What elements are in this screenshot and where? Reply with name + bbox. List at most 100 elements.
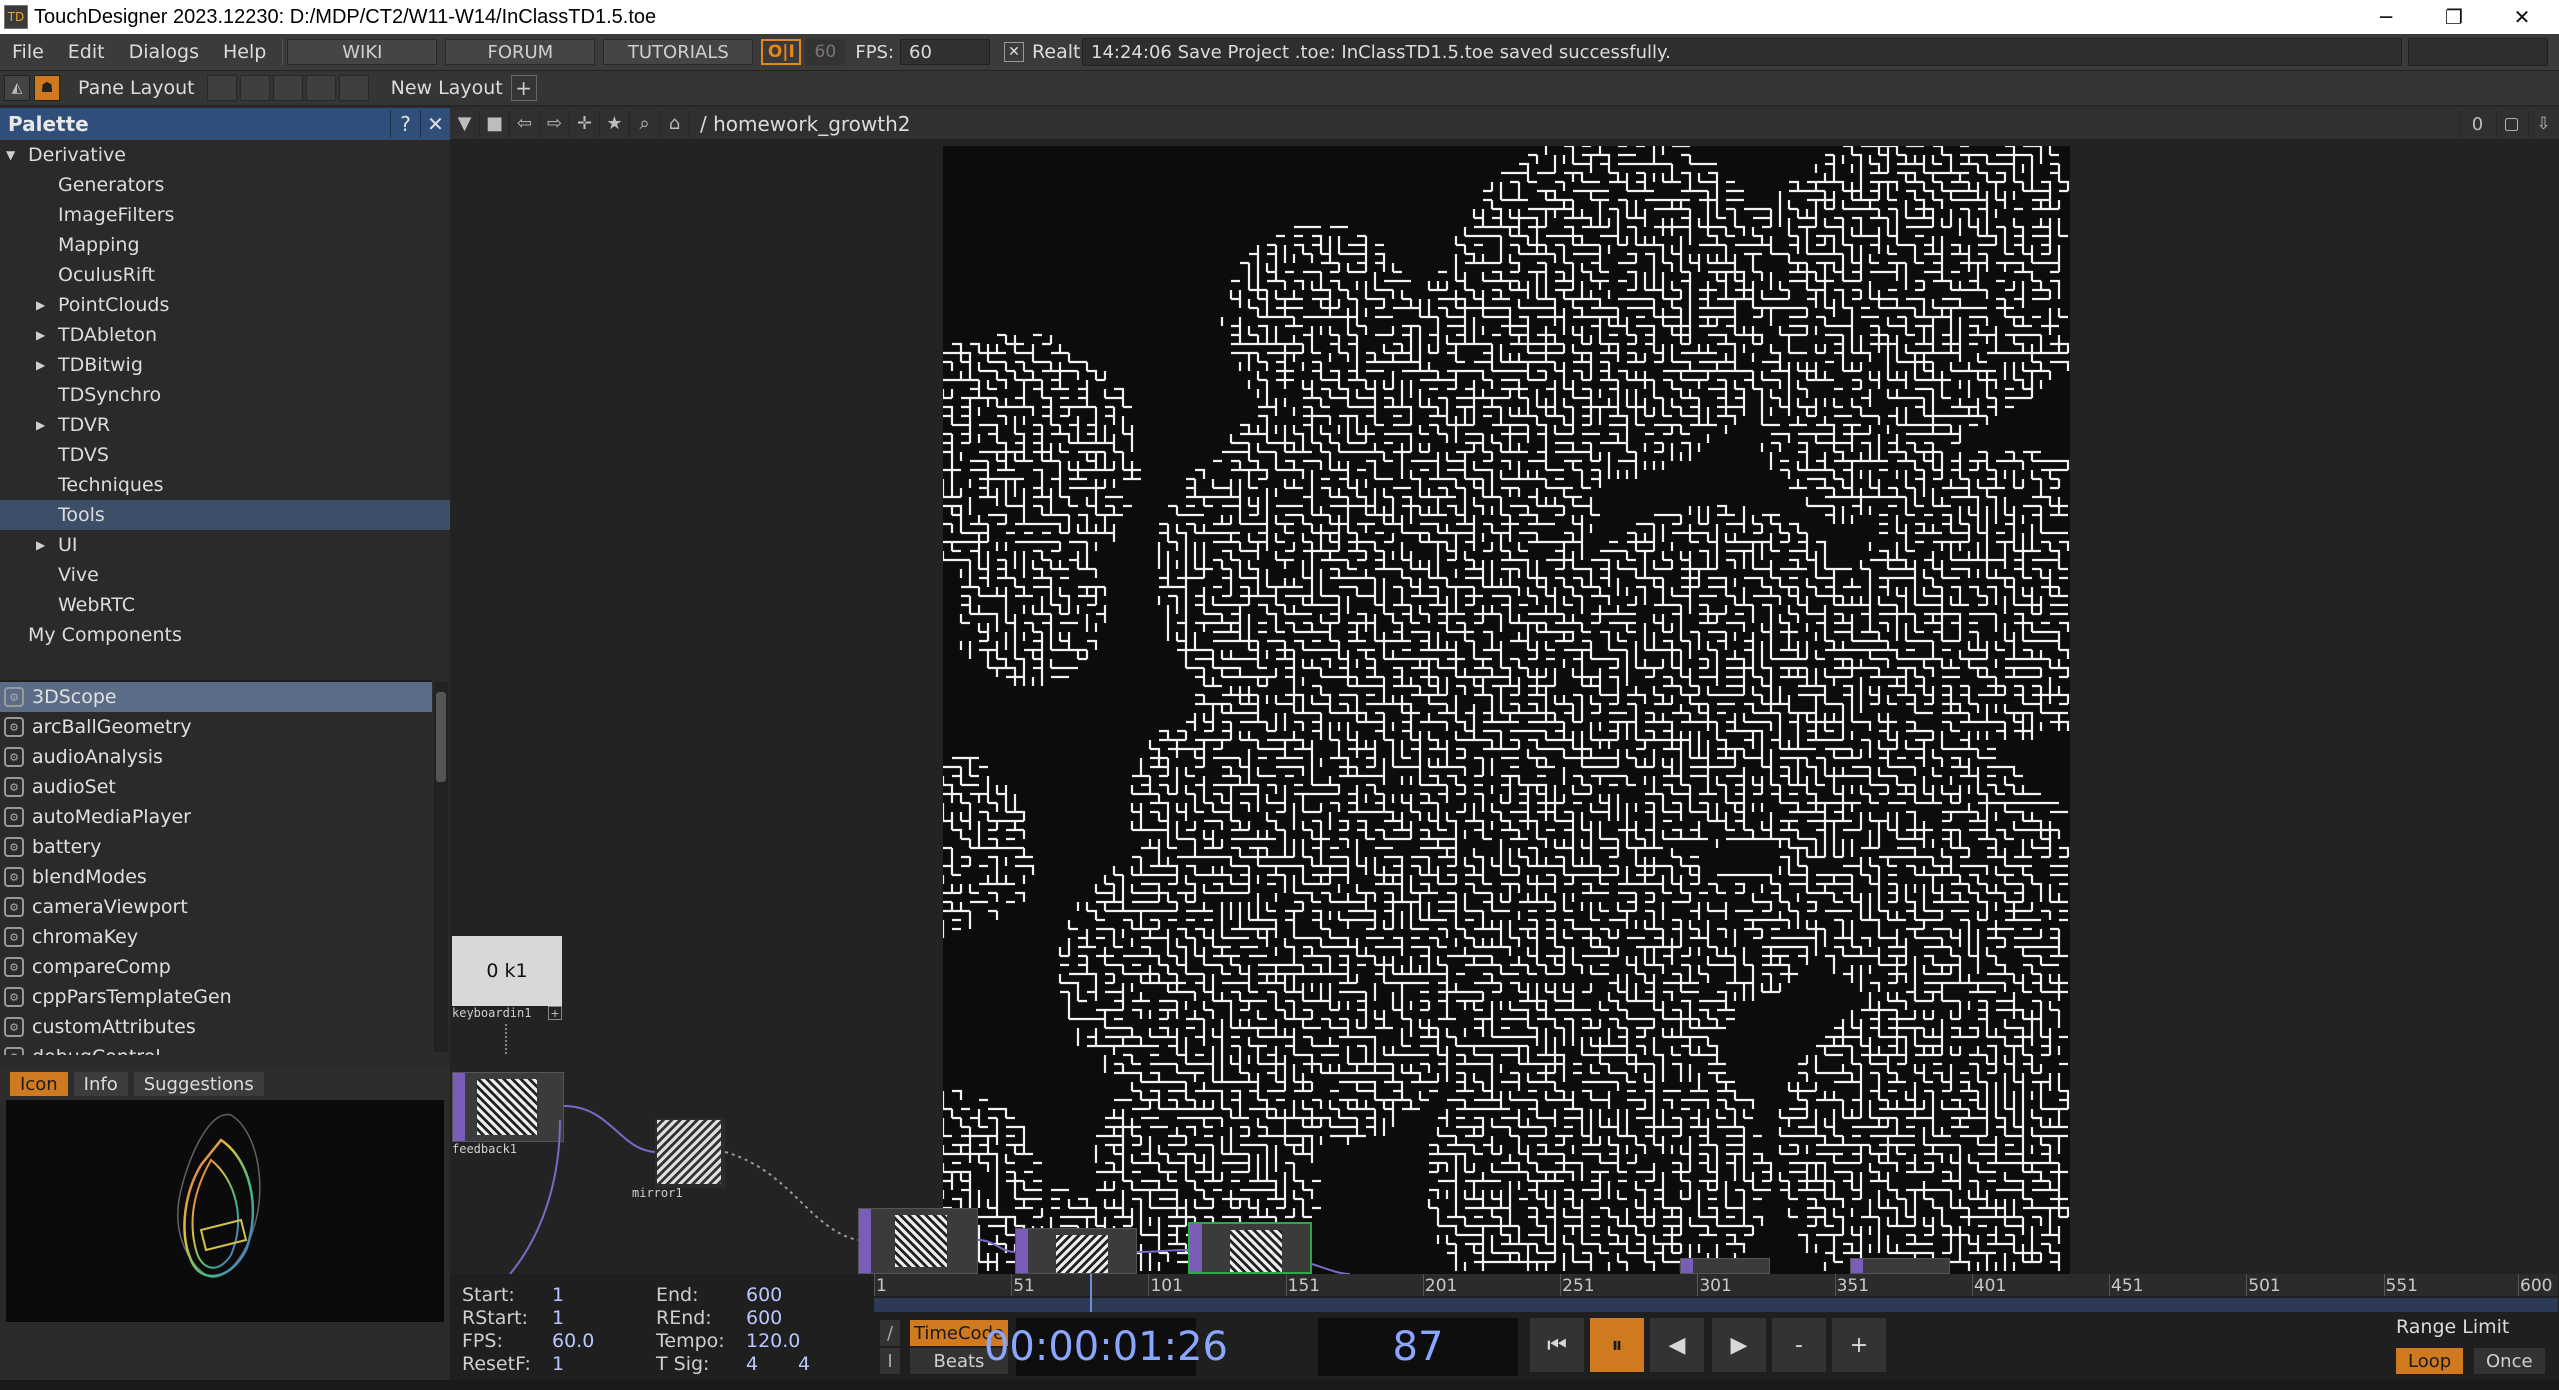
palette-tree-item[interactable]: ImageFilters <box>0 200 450 230</box>
timeline-range-bar[interactable] <box>874 1298 2558 1312</box>
decrease-button[interactable]: - <box>1772 1318 1826 1372</box>
palette-tree-item[interactable]: ▶ PointClouds <box>0 290 450 320</box>
out-node-1[interactable] <box>1680 1258 1770 1274</box>
expand-right-icon[interactable]: ▶ <box>36 358 50 372</box>
pane-network-icon[interactable]: ☗ <box>34 75 60 101</box>
menu-help[interactable]: Help <box>211 41 278 63</box>
layout-single-button[interactable] <box>206 75 237 101</box>
menu-dialogs[interactable]: Dialogs <box>117 41 211 63</box>
component-list-item[interactable]: ⚙ battery <box>0 832 432 862</box>
playhead[interactable] <box>1090 1274 1092 1312</box>
wiki-button[interactable]: WIKI <box>287 39 438 65</box>
component-list-item[interactable]: ⚙ cppParsTemplateGen <box>0 982 432 1012</box>
palette-tree-item[interactable]: ▶ TDAbleton <box>0 320 450 350</box>
loop-button[interactable]: Loop <box>2396 1348 2464 1374</box>
palette-tree-item[interactable]: TDVS <box>0 440 450 470</box>
palette-tree-item[interactable]: Vive <box>0 560 450 590</box>
timeline-slash-icon[interactable]: / <box>880 1320 900 1346</box>
once-button[interactable]: Once <box>2474 1348 2545 1374</box>
network-path[interactable]: / homework_growth2 <box>700 112 911 136</box>
close-window-button[interactable]: ✕ <box>2488 0 2556 34</box>
fps-field[interactable]: 60 <box>900 39 991 65</box>
tab-icon[interactable]: Icon <box>10 1072 68 1096</box>
palette-tree-item[interactable]: My Components <box>0 620 450 650</box>
menu-file[interactable]: File <box>0 41 56 63</box>
home-icon[interactable]: ⌂ <box>660 109 690 138</box>
tsig-value-b[interactable]: 4 <box>798 1353 810 1375</box>
add-layout-button[interactable]: + <box>510 75 537 101</box>
out-node-2[interactable] <box>1850 1258 1950 1274</box>
scrollbar-thumb[interactable] <box>436 692 446 782</box>
component-list-item[interactable]: ⚙ audioSet <box>0 772 432 802</box>
palette-help-button[interactable]: ? <box>390 110 420 138</box>
menu-edit[interactable]: Edit <box>56 41 117 63</box>
realtime-checkbox[interactable]: ✕ <box>1004 42 1025 62</box>
rewind-button[interactable]: ⏮ <box>1530 1318 1584 1372</box>
forum-button[interactable]: FORUM <box>445 39 596 65</box>
new-layout-label[interactable]: New Layout <box>391 77 503 99</box>
component-list-scrollbar[interactable] <box>434 682 448 1052</box>
tempo-value[interactable]: 120.0 <box>746 1330 800 1352</box>
restore-button[interactable]: ❐ <box>2420 0 2488 34</box>
palette-close-button[interactable]: ✕ <box>420 110 450 138</box>
minimize-button[interactable]: ─ <box>2352 0 2420 34</box>
component-list-item[interactable]: ⚙ autoMediaPlayer <box>0 802 432 832</box>
palette-tree-item[interactable]: ▶ UI <box>0 530 450 560</box>
expand-right-icon[interactable]: ▶ <box>36 298 50 312</box>
search-icon[interactable]: ⌕ <box>630 109 660 138</box>
expand-right-icon[interactable]: ▶ <box>36 538 50 552</box>
expand-down-icon[interactable]: ▼ <box>6 148 20 162</box>
palette-tree-item[interactable]: Mapping <box>0 230 450 260</box>
expand-right-icon[interactable]: ▶ <box>36 328 50 342</box>
palette-tree-item[interactable]: ▶ TDBitwig <box>0 350 450 380</box>
timeline-i-icon[interactable]: I <box>880 1348 900 1374</box>
palette-tree-item[interactable]: TDSynchro <box>0 380 450 410</box>
fps-timeline-value[interactable]: 60.0 <box>552 1330 594 1352</box>
timecode-display[interactable]: 00:00:01:26 <box>984 1318 1228 1376</box>
palette-tree-item[interactable]: Techniques <box>0 470 450 500</box>
component-list-item[interactable]: ⚙ 3DScope <box>0 682 432 712</box>
end-value[interactable]: 600 <box>746 1284 782 1306</box>
resetf-value[interactable]: 1 <box>552 1353 564 1375</box>
component-list-item[interactable]: ⚙ blendModes <box>0 862 432 892</box>
component-list-item[interactable]: ⚙ cameraViewport <box>0 892 432 922</box>
component-list-item[interactable]: ⚙ chromaKey <box>0 922 432 952</box>
pause-button[interactable]: ⏸ <box>1590 1318 1644 1372</box>
power-toggle-button[interactable]: O|I <box>761 39 802 65</box>
pane-image-icon[interactable]: ◭ <box>4 75 30 101</box>
stop-icon[interactable]: ■ <box>480 109 510 138</box>
layout-three-button[interactable] <box>305 75 336 101</box>
add-operator-icon[interactable]: ✛ <box>570 109 600 138</box>
component-list-item[interactable]: ⚙ compareComp <box>0 952 432 982</box>
start-value[interactable]: 1 <box>552 1284 564 1306</box>
palette-tree-item[interactable]: Generators <box>0 170 450 200</box>
component-list-item[interactable]: ⚙ debugControl <box>0 1042 432 1055</box>
component-list-item[interactable]: ⚙ audioAnalysis <box>0 742 432 772</box>
network-editor[interactable]: 0 k1 keyboardin1 + feedback1 mirror1 <box>450 140 2559 1274</box>
forward-icon[interactable]: ⇨ <box>540 109 570 138</box>
tab-info[interactable]: Info <box>73 1072 128 1096</box>
step-back-button[interactable]: ◀ <box>1650 1318 1704 1372</box>
back-icon[interactable]: ⇦ <box>510 109 540 138</box>
layout-split-horizontal-button[interactable] <box>272 75 303 101</box>
rstart-value[interactable]: 1 <box>552 1307 564 1329</box>
component-list-item[interactable]: ⚙ customAttributes <box>0 1012 432 1042</box>
tsig-value-a[interactable]: 4 <box>746 1353 758 1375</box>
pane-options-icon[interactable]: ⇩ <box>2528 110 2558 138</box>
step-forward-button[interactable]: ▶ <box>1712 1318 1766 1372</box>
timeline-ruler[interactable]: 1 51 101 151 201 251 301 351 401 451 501 551 600 <box>874 1274 2558 1296</box>
palette-tree-item[interactable]: Tools <box>0 500 450 530</box>
component-list-item[interactable]: ⚙ arcBallGeometry <box>0 712 432 742</box>
expand-right-icon[interactable]: ▶ <box>36 418 50 432</box>
increase-button[interactable]: + <box>1832 1318 1886 1372</box>
bookmark-star-icon[interactable]: ★ <box>600 109 630 138</box>
palette-tree-item[interactable]: OculusRift <box>0 260 450 290</box>
tutorials-button[interactable]: TUTORIALS <box>603 39 754 65</box>
network-menu-icon[interactable]: ▼ <box>450 109 480 138</box>
palette-tree-item[interactable]: WebRTC <box>0 590 450 620</box>
maximize-pane-icon[interactable]: ▢ <box>2496 110 2526 138</box>
palette-tree-item[interactable]: ▶ TDVR <box>0 410 450 440</box>
rend-value[interactable]: 600 <box>746 1307 782 1329</box>
palette-tree-item[interactable]: ▼ Derivative <box>0 140 450 170</box>
layout-split-vertical-button[interactable] <box>239 75 270 101</box>
